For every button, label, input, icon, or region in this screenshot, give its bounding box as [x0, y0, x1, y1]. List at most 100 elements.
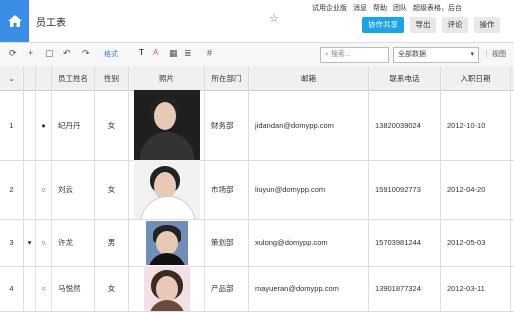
comment-icon[interactable]: ○: [36, 160, 52, 219]
col-header-phone-label: 联系电话: [389, 73, 420, 83]
col-header-name[interactable]: 员工姓名: [52, 66, 95, 90]
text-format-icon[interactable]: T: [139, 48, 144, 57]
cell-date[interactable]: 2012-05-03: [441, 219, 511, 266]
row-spacer: [24, 90, 36, 160]
cell-phone[interactable]: 13901877324: [369, 266, 441, 311]
cell-gender[interactable]: 女: [95, 90, 129, 160]
cell-gender[interactable]: 女: [95, 266, 129, 311]
cell-name[interactable]: 许龙: [52, 219, 95, 266]
image-icon[interactable]: ▦: [169, 48, 178, 59]
comment-icon[interactable]: ○: [36, 266, 52, 311]
cell-phone[interactable]: 13820039024: [369, 90, 441, 160]
photo-shoulder: [148, 300, 185, 311]
table-row[interactable]: 2 ○ 刘云 女 市场部 liuyun@domypp.com 159100927…: [0, 160, 514, 220]
admin-link[interactable]: 超级表格，后台: [413, 3, 462, 13]
cell-gender[interactable]: 女: [95, 160, 129, 219]
photo-face: [153, 102, 176, 130]
cell-date[interactable]: 2012-10-10: [441, 90, 511, 160]
redo-icon[interactable]: ↷: [82, 48, 90, 59]
cell-dept[interactable]: 产品部: [205, 266, 249, 311]
help-link[interactable]: 帮助: [373, 3, 387, 13]
cell-email[interactable]: xulong@domypp.com: [249, 219, 369, 266]
cell-email[interactable]: jidandan@domypp.com: [249, 90, 369, 160]
cell-photo[interactable]: [129, 219, 205, 266]
cell-email[interactable]: mayueran@domypp.com: [249, 266, 369, 311]
share-button[interactable]: 协作共享: [362, 17, 404, 33]
data-filter-select[interactable]: 全部数据 ▾: [393, 47, 479, 63]
comment-button[interactable]: 评论: [442, 17, 468, 33]
row-spacer: [24, 266, 36, 311]
cell-dept[interactable]: 市场部: [205, 160, 249, 219]
row-number: 1: [0, 90, 24, 160]
undo-icon[interactable]: ↶: [63, 48, 71, 59]
cell-gender[interactable]: 男: [95, 219, 129, 266]
data-filter-label: 全部数据: [398, 51, 426, 58]
col-header-gender-label: 性别: [104, 73, 119, 83]
expand-icon[interactable]: ▾: [24, 219, 36, 266]
cell-date[interactable]: 2012-04-20: [441, 160, 511, 219]
cell-name[interactable]: 马悦然: [52, 266, 95, 311]
comment-icon[interactable]: ●: [36, 90, 52, 160]
view-button[interactable]: ⋮ 视图: [483, 49, 506, 59]
cell-date[interactable]: 2012-03-11: [441, 266, 511, 311]
format-menu[interactable]: 格式: [104, 49, 118, 59]
comment-icon[interactable]: ○: [36, 219, 52, 266]
employee-photo: [133, 90, 200, 160]
search-input[interactable]: ⌕ 搜索...: [320, 47, 389, 63]
home-icon: [7, 15, 22, 27]
header-spacer: [24, 66, 36, 90]
row-menu-icon[interactable]: ⌄: [0, 66, 24, 90]
chevron-down-icon: ▾: [470, 51, 474, 58]
home-button[interactable]: [0, 0, 29, 42]
align-icon[interactable]: ≣: [184, 48, 192, 59]
col-header-name-label: 员工姓名: [58, 73, 88, 83]
photo-shoulder: [147, 252, 186, 265]
employee-photo: [145, 220, 188, 265]
cell-dept[interactable]: 策划部: [205, 219, 249, 266]
header-spacer: [36, 66, 52, 90]
cell-phone[interactable]: 15910092773: [369, 160, 441, 219]
table-row[interactable]: 4 ○ 马悦然 女 产品部 mayueran@domypp.com 139018…: [0, 266, 514, 312]
messages-link[interactable]: 消息: [353, 3, 367, 13]
table-row[interactable]: 3 ▾ ○ 许龙 男 策划部 xulong@domypp.com 1570398…: [0, 219, 514, 267]
cell-photo[interactable]: [129, 266, 205, 311]
col-header-photo[interactable]: 照片: [129, 66, 205, 90]
col-header-date[interactable]: 入职日期: [441, 66, 511, 90]
page-title: 员工表: [36, 18, 66, 29]
row-number: 4: [0, 266, 24, 311]
cell-photo[interactable]: [129, 160, 205, 219]
refresh-icon[interactable]: ⟳: [9, 48, 17, 59]
cell-name[interactable]: 刘云: [52, 160, 95, 219]
col-header-email[interactable]: 邮箱: [249, 66, 369, 90]
col-header-date-label: 入职日期: [460, 73, 491, 83]
photo-face: [155, 276, 178, 302]
view-icon: ⋮: [483, 51, 490, 58]
font-color-icon[interactable]: A: [153, 48, 158, 57]
row-spacer: [24, 160, 36, 219]
row-number: 2: [0, 160, 24, 219]
add-row-icon[interactable]: +: [28, 48, 33, 58]
top-links: 试用企业版 消息 帮助 团队 超级表格，后台: [312, 3, 462, 13]
trial-link[interactable]: 试用企业版: [312, 3, 347, 13]
table-header: ⌄ 员工姓名 性别 照片 所在部门 邮箱 联系电话 入职日期: [0, 66, 514, 91]
cell-dept[interactable]: 财务部: [205, 90, 249, 160]
col-header-gender[interactable]: 性别: [95, 66, 129, 90]
export-button[interactable]: 导出: [410, 17, 436, 33]
employee-photo: [143, 266, 190, 311]
data-grid: ⌄ 员工姓名 性别 照片 所在部门 邮箱 联系电话 入职日期 1 ● 纪丹丹 女: [0, 66, 514, 312]
hash-icon[interactable]: #: [207, 48, 212, 58]
cell-phone[interactable]: 15703981244: [369, 219, 441, 266]
actions-button[interactable]: 操作: [474, 17, 500, 33]
col-header-dept-label: 所在部门: [211, 73, 242, 83]
col-header-dept[interactable]: 所在部门: [205, 66, 249, 90]
cell-name[interactable]: 纪丹丹: [52, 90, 95, 160]
toolbar: ⟳ + ▢ ↶ ↷ 格式 T A ▦ ≣ # ⌕ 搜索... 全部数据 ▾ ⋮ …: [0, 42, 514, 67]
team-link[interactable]: 团队: [393, 3, 407, 13]
form-icon[interactable]: ▢: [45, 48, 54, 59]
cell-photo[interactable]: [129, 90, 205, 160]
star-icon[interactable]: ☆: [269, 12, 279, 25]
col-header-phone[interactable]: 联系电话: [369, 66, 441, 90]
cell-email[interactable]: liuyun@domypp.com: [249, 160, 369, 219]
search-placeholder: 搜索...: [330, 51, 351, 58]
table-row[interactable]: 1 ● 纪丹丹 女 财务部 jidandan@domypp.com 138200…: [0, 90, 514, 161]
